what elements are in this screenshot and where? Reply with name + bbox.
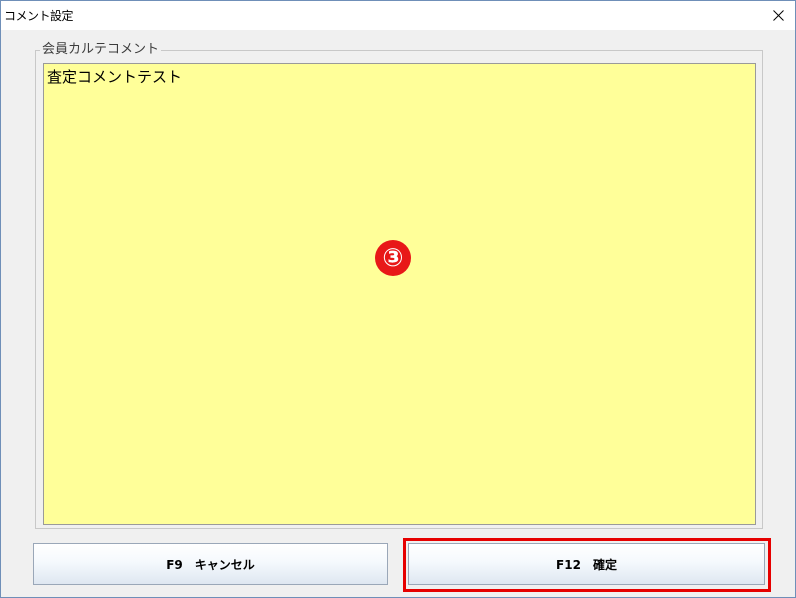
group-label: 会員カルテコメント [40,42,162,58]
member-chart-comment-group: 会員カルテコメント 査定コメントテスト [35,42,763,529]
title-bar: コメント設定 [1,1,795,30]
step-marker: ③ [375,240,411,276]
close-button[interactable] [761,1,795,30]
close-icon [772,10,784,21]
comment-textarea[interactable]: 査定コメントテスト [43,63,756,525]
comment-settings-window: コメント設定 会員カルテコメント 査定コメントテスト ③ F9 キャンセル F1… [0,0,796,598]
window-title: コメント設定 [4,9,74,23]
confirm-button[interactable]: F12 確定 [408,543,765,585]
cancel-button[interactable]: F9 キャンセル [33,543,388,585]
dialog-body: 会員カルテコメント 査定コメントテスト ③ F9 キャンセル F12 確定 [1,30,795,597]
